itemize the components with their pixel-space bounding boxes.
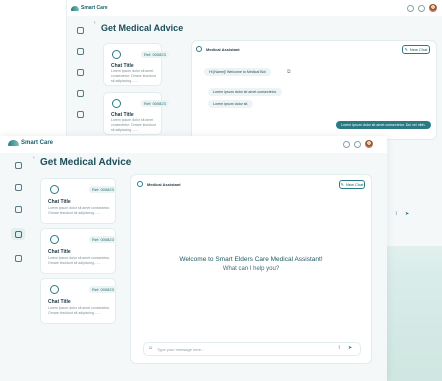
card-body: Lorem ipsum dolor sit amet consectetur. …: [48, 306, 111, 315]
card-body: Lorem ipsum dolor sit amet consectetur. …: [111, 69, 156, 83]
message-input[interactable]: ☺ Type your message here... ⌇ ➤: [143, 342, 361, 356]
user-message: Lorem ipsum dolor sit amet consectetur. …: [336, 121, 431, 129]
card-title: Chat Title: [48, 299, 71, 305]
help-icon[interactable]: [407, 4, 414, 12]
card-title: Chat Title: [48, 199, 71, 205]
back-toolbar-icons: [407, 4, 437, 12]
chat-card-2[interactable]: Ref: 000823 Chat Title Lorem ipsum dolor…: [40, 228, 117, 274]
help-icon[interactable]: [343, 140, 350, 148]
records-icon[interactable]: [14, 206, 22, 213]
settings-icon[interactable]: [14, 255, 22, 262]
chat-icon: [50, 185, 59, 194]
back-logo: Smart Care: [71, 5, 108, 11]
new-chat-label: New Chat: [409, 47, 428, 52]
ref-badge: Ref: 000823: [89, 236, 117, 243]
settings-icon[interactable]: [76, 111, 84, 118]
bell-icon[interactable]: [354, 140, 361, 148]
avatar[interactable]: [365, 140, 373, 148]
back-page-title: Get Medical Advice: [101, 23, 184, 33]
front-logo: Smart Care: [8, 140, 53, 146]
back-chat-panel: Medical Assistant ✎ New Chat Hi [Name]! …: [191, 40, 437, 140]
ref-badge: Ref: 000823: [141, 51, 169, 58]
input-placeholder: Type your message here...: [157, 347, 205, 352]
new-chat-label: New Chat: [345, 182, 364, 187]
send-icon[interactable]: ➤: [348, 345, 352, 351]
welcome-subtitle: What can I help you?: [222, 266, 280, 272]
ref-badge: Ref: 000823: [141, 100, 169, 107]
chat-icon: [50, 285, 59, 294]
page-title: Get Medical Advice: [40, 157, 132, 168]
chat-icon: [112, 99, 121, 108]
care-logo-icon: [8, 140, 19, 146]
ref-badge: Ref: 000823: [89, 286, 117, 293]
front-sidenav: [3, 162, 33, 262]
chat-card-3[interactable]: Ref: 000823 Chat Title Lorem ipsum dolor…: [40, 278, 117, 324]
nav-item-medical-advice[interactable]: [11, 228, 25, 240]
card-title: Chat Title: [48, 249, 71, 255]
ref-badge: Ref: 000823: [89, 186, 117, 193]
card-body: Lorem ipsum dolor sit amet consectetur. …: [48, 206, 111, 215]
back-chat-card-2[interactable]: Ref: 000823 Chat Title Lorem ipsum dolor…: [103, 92, 169, 135]
card-body: Lorem ipsum dolor sit amet consectetur. …: [111, 118, 156, 132]
attach-icon[interactable]: ⌇: [395, 211, 397, 217]
back-chat-card-1[interactable]: Ref: 000823 Chat Title Lorem ipsum dolor…: [103, 43, 169, 86]
edit-icon: ✎: [404, 47, 408, 52]
copy-icon[interactable]: ⧉: [287, 69, 291, 75]
calendar-icon[interactable]: [76, 48, 84, 55]
new-chat-button[interactable]: ✎ New Chat: [339, 180, 365, 189]
new-chat-button[interactable]: ✎ New Chat: [402, 45, 430, 54]
ai-message: Hi [Name]! Welcome to Medical Bot: [204, 68, 271, 76]
welcome-title: Welcome to Smart Elders Care Medical Ass…: [179, 256, 323, 263]
avatar[interactable]: [429, 4, 437, 12]
records-icon[interactable]: [76, 69, 84, 76]
chat-icon: [50, 235, 59, 244]
ai-message: Lorem ipsum dolor sit amet consectetur.: [208, 88, 282, 96]
assistant-icon: [196, 46, 202, 52]
assistant-name: Medical Assistant: [206, 47, 240, 52]
collapse-chevron-icon[interactable]: ‹: [33, 155, 35, 161]
send-icon[interactable]: ➤: [405, 211, 409, 217]
chat-card-1[interactable]: Ref: 000823 Chat Title Lorem ipsum dolor…: [40, 178, 117, 224]
chat-icon: [112, 50, 121, 59]
chat-panel: Medical Assistant ✎ New Chat Welcome to …: [130, 174, 372, 364]
edit-icon: ✎: [340, 182, 344, 187]
front-window: Smart Care ‹ Get Medical Advice Ref: 000…: [0, 136, 387, 381]
assistant-name: Medical Assistant: [147, 182, 181, 187]
front-app-name: Smart Care: [21, 140, 54, 146]
back-app-name: Smart Care: [81, 5, 108, 11]
ai-message: Lorem ipsum dolor sit.: [208, 100, 254, 108]
assistant-icon: [137, 181, 143, 187]
attach-icon[interactable]: ⌇: [338, 345, 340, 351]
clock-icon[interactable]: [76, 90, 84, 97]
back-topbar: Smart Care: [67, 0, 442, 16]
bell-icon[interactable]: [418, 4, 425, 12]
care-logo-icon: [71, 5, 79, 11]
emoji-icon[interactable]: ☺: [148, 345, 153, 351]
back-sidenav: [65, 27, 95, 118]
home-icon[interactable]: [76, 27, 84, 34]
home-icon[interactable]: [14, 162, 22, 169]
collapse-chevron-icon[interactable]: ‹: [94, 20, 96, 26]
medical-icon: [14, 230, 22, 238]
card-body: Lorem ipsum dolor sit amet consectetur. …: [48, 256, 111, 265]
front-toolbar-icons: [343, 140, 373, 148]
calendar-icon[interactable]: [14, 184, 22, 191]
front-topbar: Smart Care: [0, 136, 387, 153]
